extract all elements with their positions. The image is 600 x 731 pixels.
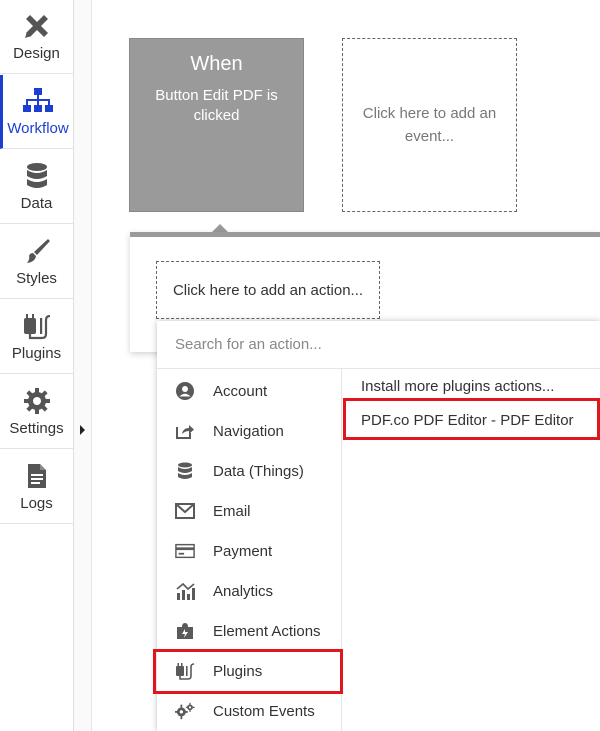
expand-arrow-icon[interactable] xyxy=(80,425,85,435)
category-label: Custom Events xyxy=(213,702,315,720)
navigation-icon xyxy=(175,422,195,440)
sidebar-item-plugins[interactable]: Plugins xyxy=(0,300,73,374)
analytics-icon xyxy=(175,582,195,600)
event-card-title: When xyxy=(190,53,243,75)
category-label: Analytics xyxy=(213,582,274,600)
account-icon xyxy=(175,382,195,400)
category-label: Account xyxy=(213,382,268,400)
sidebar-item-label: Logs xyxy=(20,495,53,512)
event-card-description: Button Edit PDF is clicked xyxy=(155,87,278,124)
brush-icon xyxy=(21,235,53,267)
sidebar-item-label: Data xyxy=(20,195,53,212)
category-label: Plugins xyxy=(213,662,263,680)
panel-pointer xyxy=(212,224,228,232)
category-payment[interactable]: Payment xyxy=(157,531,342,571)
category-list: Account Navigation Data (Things) Email P… xyxy=(157,369,342,731)
puzzle-icon xyxy=(175,622,195,640)
search-action-input[interactable] xyxy=(157,321,600,369)
sidebar-item-settings[interactable]: Settings xyxy=(0,375,73,449)
action-dropdown: Account Navigation Data (Things) Email P… xyxy=(157,321,600,731)
category-navigation[interactable]: Navigation xyxy=(157,411,342,451)
sidebar-item-workflow[interactable]: Workflow xyxy=(0,75,73,149)
sidebar-item-label: Settings xyxy=(9,420,64,437)
install-more-plugins-link[interactable]: Install more plugins actions... xyxy=(361,378,554,395)
gears-icon xyxy=(175,702,195,720)
workflow-icon xyxy=(22,85,54,117)
category-label: Payment xyxy=(213,542,273,560)
gear-icon xyxy=(21,385,53,417)
email-icon xyxy=(175,502,195,520)
credit-card-icon xyxy=(175,542,195,560)
plug-icon xyxy=(21,310,53,342)
plugin-actions-list: Install more plugins actions... PDF.co P… xyxy=(343,369,600,731)
category-email[interactable]: Email xyxy=(157,491,342,531)
sidebar-item-styles[interactable]: Styles xyxy=(0,225,73,299)
sidebar-item-logs[interactable]: Logs xyxy=(0,450,73,524)
sidebar-item-label: Workflow xyxy=(7,120,69,137)
document-icon xyxy=(21,460,53,492)
database-icon xyxy=(175,462,195,480)
category-label: Navigation xyxy=(213,422,284,440)
pdfco-pdf-editor-action[interactable]: PDF.co PDF Editor - PDF Editor xyxy=(361,412,574,429)
sidebar-item-label: Plugins xyxy=(11,345,62,362)
category-element-actions[interactable]: Element Actions xyxy=(157,611,342,651)
sidebar-item-data[interactable]: Data xyxy=(0,150,73,224)
category-label: Data (Things) xyxy=(213,462,304,480)
category-account[interactable]: Account xyxy=(157,371,342,411)
sidebar-item-label: Styles xyxy=(16,270,57,287)
left-sidebar: Design Workflow Data Styles Plugins Sett… xyxy=(0,0,74,731)
add-action-button[interactable]: Click here to add an action... xyxy=(156,261,380,319)
category-custom-events[interactable]: Custom Events xyxy=(157,691,342,731)
sidebar-collapse-gutter xyxy=(74,0,92,731)
database-icon xyxy=(21,160,53,192)
event-card[interactable]: When Button Edit PDF is clicked xyxy=(129,38,304,212)
design-icon xyxy=(21,10,53,42)
add-event-button[interactable]: Click here to add an event... xyxy=(342,38,517,212)
category-label: Email xyxy=(213,502,251,520)
sidebar-item-label: Design xyxy=(13,45,60,62)
sidebar-item-design[interactable]: Design xyxy=(0,0,73,74)
category-analytics[interactable]: Analytics xyxy=(157,571,342,611)
category-plugins[interactable]: Plugins xyxy=(157,651,342,691)
category-label: Element Actions xyxy=(213,622,321,640)
category-data-things[interactable]: Data (Things) xyxy=(157,451,342,491)
plug-icon xyxy=(175,662,195,680)
